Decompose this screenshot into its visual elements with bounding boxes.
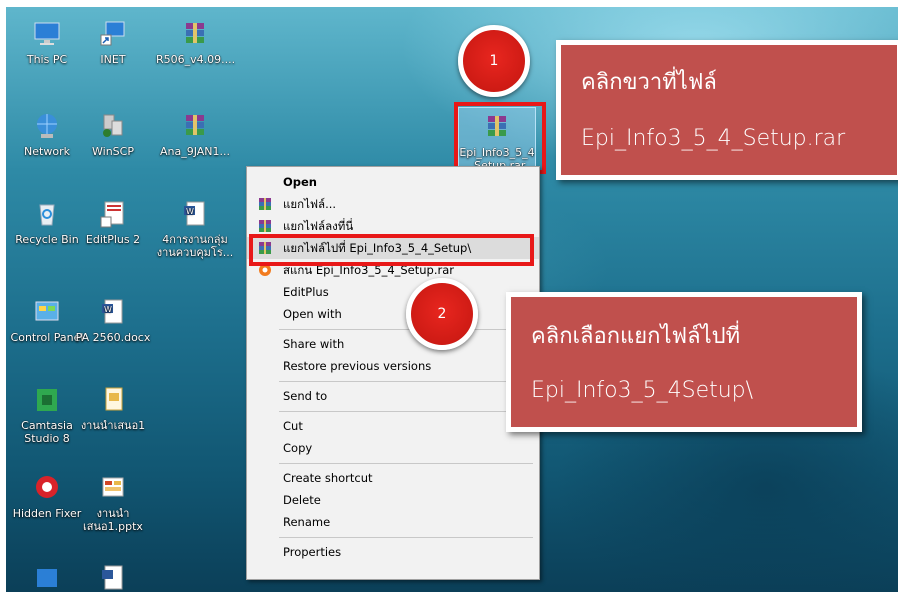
- menu-separator: [279, 463, 533, 464]
- menu-item-cut[interactable]: Cut: [247, 415, 539, 437]
- desktop-icon-presentation-pptx[interactable]: งานนำ เสนอ1.pptx: [74, 473, 152, 533]
- highlight-selected-file: [454, 102, 546, 174]
- desktop-icon-inet[interactable]: INET: [74, 19, 152, 66]
- menu-item-copy[interactable]: Copy: [247, 437, 539, 459]
- menu-item-properties[interactable]: Properties: [247, 541, 539, 563]
- desktop-icon-ana[interactable]: Ana_9JAN1...: [156, 111, 234, 158]
- callout-line-2: Epi_Info3_5_4_Setup.rar: [581, 126, 846, 151]
- callout-step-2: คลิกเลือกแยกไฟล์ไปที่ Epi_Info3_5_4Setup…: [506, 292, 862, 432]
- menu-item-label: Properties: [283, 545, 342, 559]
- menu-separator: [279, 329, 533, 330]
- menu-separator: [279, 411, 533, 412]
- menu-item-label: แยกไฟล์...: [283, 197, 337, 211]
- monitor-icon: [34, 22, 60, 45]
- network-globe-icon: [37, 114, 57, 138]
- desktop-icon-group-work[interactable]: W 4การงานกลุ่ม งานควบคุมโร...: [156, 199, 234, 259]
- desktop-icon-editplus[interactable]: EditPlus 2: [74, 199, 152, 246]
- word-document-icon: W: [184, 201, 205, 226]
- menu-item-send-to[interactable]: Send to: [247, 385, 539, 407]
- callout-step-1: คลิกขวาที่ไฟล์ Epi_Info3_5_4_Setup.rar: [556, 40, 898, 180]
- winrar-icon: [259, 220, 271, 232]
- icon-label: งานนำ เสนอ1.pptx: [83, 507, 143, 533]
- menu-item-rename[interactable]: Rename: [247, 511, 539, 533]
- menu-item-open[interactable]: Open: [247, 171, 539, 193]
- menu-item-label: Open with: [283, 307, 342, 321]
- menu-item-extract-files[interactable]: แยกไฟล์...: [247, 193, 539, 215]
- icon-label: WinSCP: [92, 145, 134, 158]
- winscp-icon: [103, 114, 123, 137]
- icon-label: R506_v4.09....: [156, 53, 236, 66]
- icon-label: 4การงานกลุ่ม งานควบคุมโร...: [156, 233, 234, 259]
- menu-item-label: Restore previous versions: [283, 359, 432, 373]
- highlight-extract-item: [249, 234, 534, 266]
- menu-item-delete[interactable]: Delete: [247, 489, 539, 511]
- menu-item-editplus[interactable]: EditPlus: [247, 281, 539, 303]
- icon-label: งานนำเสนอ1: [80, 419, 146, 432]
- word-document-icon: W: [102, 299, 123, 324]
- word-document-icon: [102, 565, 123, 590]
- menu-item-label: Share with: [283, 337, 345, 351]
- svg-text:W: W: [104, 305, 112, 314]
- menu-item-restore-previous-versions[interactable]: Restore previous versions: [247, 355, 539, 377]
- network-shortcut-icon: [37, 569, 57, 587]
- menu-separator: [279, 537, 533, 538]
- step-badge-2: 2: [406, 278, 478, 350]
- menu-separator: [279, 381, 533, 382]
- control-panel-icon: [35, 301, 59, 321]
- icon-label: INET: [100, 53, 126, 66]
- editplus-icon: [100, 201, 124, 228]
- pptx-file-icon: [102, 477, 124, 497]
- winrar-icon: [259, 198, 271, 210]
- icon-label: PA 2560.docx: [75, 331, 151, 344]
- network-shortcut-icon: [100, 21, 125, 46]
- desktop-icon-pa-2560[interactable]: W PA 2560.docx: [74, 297, 152, 344]
- desktop-icon-r506[interactable]: R506_v4.09....: [156, 19, 236, 66]
- callout-line-1: คลิกเลือกแยกไฟล์ไปที่: [531, 324, 741, 349]
- menu-item-label: Send to: [283, 389, 328, 403]
- desktop-icon-presentation-1[interactable]: งานนำเสนอ1: [74, 385, 152, 432]
- menu-item-label: EditPlus: [283, 285, 329, 299]
- context-menu: Open แยกไฟล์... แยกไฟล์ลงที่นี่ แยกไฟล์ไ…: [246, 166, 540, 580]
- menu-item-share-with[interactable]: Share with: [247, 333, 539, 355]
- menu-item-label: Open: [283, 175, 317, 189]
- menu-item-label: Delete: [283, 493, 321, 507]
- desktop-icon-winscp[interactable]: WinSCP: [74, 111, 152, 158]
- menu-item-open-with[interactable]: Open with: [247, 303, 539, 325]
- svg-text:W: W: [186, 207, 194, 216]
- recycle-bin-icon: [39, 204, 55, 226]
- step-badge-1: 1: [458, 25, 530, 97]
- menu-item-label: Create shortcut: [283, 471, 373, 485]
- menu-item-label: Cut: [283, 419, 303, 433]
- callout-line-1: คลิกขวาที่ไฟล์: [581, 70, 717, 95]
- menu-item-label: Rename: [283, 515, 331, 529]
- desktop-icon-partial-2[interactable]: [74, 563, 152, 592]
- icon-label: EditPlus 2: [85, 233, 141, 246]
- winrar-archive-icon: [186, 115, 204, 135]
- pptx-file-icon: [105, 387, 123, 411]
- desktop: This PC Network Recycle Bin Control Pane…: [6, 7, 898, 592]
- callout-line-2: Epi_Info3_5_4Setup\: [531, 378, 754, 403]
- menu-item-create-shortcut[interactable]: Create shortcut: [247, 467, 539, 489]
- camtasia-icon: [37, 389, 57, 411]
- winrar-archive-icon: [186, 23, 204, 43]
- menu-item-label: Copy: [283, 441, 313, 455]
- icon-label: Ana_9JAN1...: [159, 145, 231, 158]
- hidden-fixer-icon: [36, 476, 58, 498]
